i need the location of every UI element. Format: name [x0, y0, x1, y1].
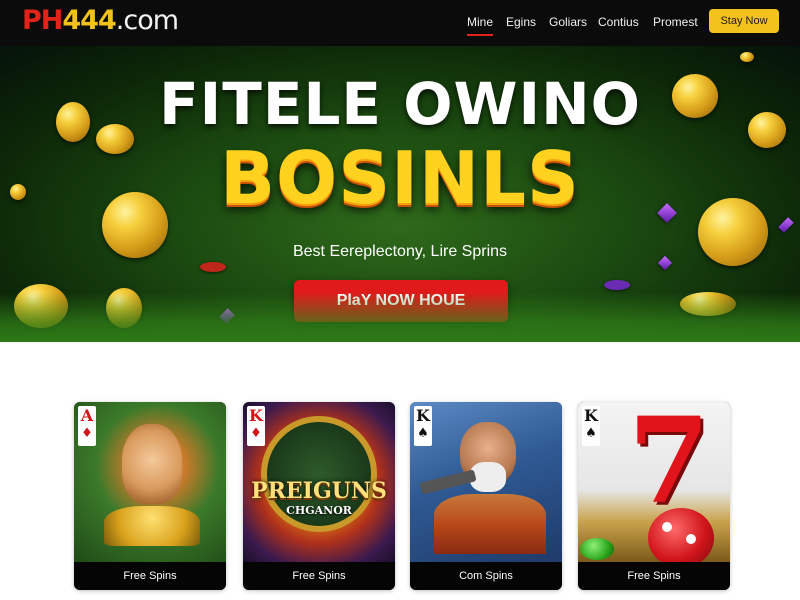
poker-chip-icon: [604, 280, 630, 290]
game-card-art: 7: [578, 402, 730, 568]
nav-item-egins[interactable]: Egins: [506, 12, 536, 32]
hero-banner: FITELE OWINO BOSINLS Best Eereplectony, …: [0, 46, 800, 342]
game-card-art: [74, 402, 226, 562]
lucky-seven-text: 7: [627, 402, 711, 530]
game-card-label: Com Spins: [410, 562, 562, 590]
hero-subtitle: Best Eereplectony, Lire Sprins: [292, 243, 508, 260]
grass-decoration: [0, 292, 800, 342]
nav-item-mine[interactable]: Mine: [467, 12, 494, 36]
hero-title-line1: FITELE OWINO: [159, 70, 641, 138]
character-portrait: [122, 424, 182, 504]
dice-ball-icon: [648, 508, 714, 568]
nav-item-goliars[interactable]: Goliars: [549, 12, 587, 32]
game-card-art: PREIGUNS CHGANOR: [243, 402, 395, 562]
stay-now-button[interactable]: Stay Now: [709, 9, 779, 33]
game-card[interactable]: K ♠ Com Spins: [410, 402, 562, 590]
diamond-suit-icon: ♦: [81, 426, 93, 441]
hero-title-line2: BOSINLS: [220, 136, 580, 220]
logo-number: 444: [62, 5, 116, 36]
gold-jewelry: [104, 506, 200, 546]
weapon-icon: [419, 469, 477, 495]
top-navbar: PH444.com Mine Egins Goliars Contius Pro…: [0, 0, 800, 46]
logo-ph: PH: [22, 5, 63, 36]
green-gem-icon: [580, 538, 614, 560]
nav-item-promest[interactable]: Promest: [653, 12, 698, 32]
poker-chip-icon: [200, 262, 226, 272]
game-title-text: PREIGUNS: [251, 478, 387, 504]
spade-suit-icon: ♠: [585, 426, 597, 441]
game-card-label: Free Spins: [243, 562, 395, 590]
game-card-label: Free Spins: [74, 562, 226, 590]
site-logo[interactable]: PH444.com: [22, 4, 179, 38]
game-card[interactable]: PREIGUNS CHGANOR K ♦ Free Spins: [243, 402, 395, 590]
coin-icon: [740, 52, 754, 62]
game-cards: A ♦ Free Spins PREIGUNS CHGANOR K ♦ Free S…: [0, 402, 800, 592]
game-card[interactable]: A ♦ Free Spins: [74, 402, 226, 590]
spade-suit-icon: ♠: [417, 426, 429, 441]
game-card-art: [410, 402, 562, 562]
warrior-body: [434, 494, 546, 554]
dice-dot: [686, 534, 696, 544]
game-card[interactable]: 7 K ♠ Free Spins: [578, 402, 730, 590]
nav-item-contius[interactable]: Contius: [598, 12, 639, 32]
card-rank-badge: K ♠: [582, 406, 600, 446]
game-card-label: Free Spins: [578, 562, 730, 590]
gem-icon: [778, 217, 794, 233]
logo-domain: .com: [115, 5, 179, 36]
card-rank-badge: A ♦: [78, 406, 96, 446]
card-rank-badge: K ♠: [414, 406, 432, 446]
dice-dot: [662, 522, 672, 532]
diamond-suit-icon: ♦: [250, 426, 262, 441]
game-subtitle-text: CHGANOR: [286, 504, 352, 517]
card-rank-badge: K ♦: [247, 406, 265, 446]
